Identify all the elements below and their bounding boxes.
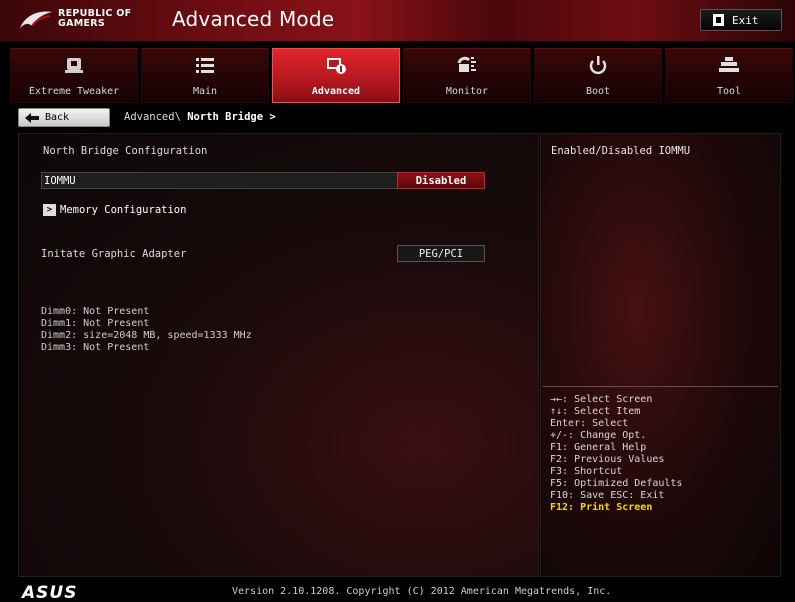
key-hint: F3: Shortcut: [550, 466, 623, 477]
iommu-value-button[interactable]: Disabled: [397, 172, 485, 189]
memory-configuration-link[interactable]: > Memory Configuration: [43, 204, 186, 216]
submenu-arrow-icon: >: [43, 204, 56, 216]
dimm-line: Dimm1: Not Present: [41, 318, 150, 329]
version-text: Version 2.10.1208. Copyright (C) 2012 Am…: [232, 586, 612, 597]
tab-tool[interactable]: Tool: [665, 48, 793, 103]
memory-configuration-label: Memory Configuration: [60, 204, 187, 216]
iommu-setting-row[interactable]: IOMMU: [41, 172, 403, 189]
dimm-line: Dimm2: size=2048 MB, speed=1333 MHz: [41, 330, 252, 341]
back-label: Back: [45, 112, 70, 123]
breadcrumb-bar: Back Advanced\ North Bridge >: [0, 108, 795, 130]
iommu-label: IOMMU: [44, 174, 76, 187]
tab-extreme-tweaker[interactable]: Extreme Tweaker: [10, 48, 138, 103]
key-legend: →←: Select Screen ↑↓: Select Item Enter:…: [550, 394, 682, 514]
graphic-adapter-value-button[interactable]: PEG/PCI: [397, 245, 485, 262]
breadcrumb-current: North Bridge >: [187, 111, 276, 123]
section-title: North Bridge Configuration: [43, 145, 208, 157]
advanced-settings-icon: [273, 55, 399, 75]
exit-icon: [713, 14, 724, 26]
key-hint: F1: General Help: [550, 442, 647, 453]
key-hint: →←: Select Screen: [550, 394, 653, 405]
key-hint: +/-: Change Opt.: [550, 430, 647, 441]
exit-button[interactable]: Exit: [700, 9, 782, 31]
tab-label: Advanced: [311, 86, 361, 97]
footer: ASUS Version 2.10.1208. Copyright (C) 20…: [0, 580, 795, 602]
tab-boot[interactable]: Boot: [534, 48, 662, 103]
tab-label: Extreme Tweaker: [28, 86, 120, 97]
exit-label: Exit: [732, 13, 759, 27]
main-tabs: Extreme Tweaker Main Advanced Monitor Bo…: [10, 48, 793, 103]
list-icon: [142, 55, 268, 75]
asus-logo: ASUS: [22, 583, 78, 602]
help-panel: Enabled/Disabled IOMMU →←: Select Screen…: [540, 133, 781, 577]
dimm-line: Dimm3: Not Present: [41, 342, 150, 353]
key-hint: F10: Save ESC: Exit: [550, 490, 665, 501]
chip-icon: [11, 55, 137, 75]
rog-logo: REPUBLIC OF GAMERS: [18, 6, 148, 36]
tab-label: Monitor: [445, 86, 489, 97]
tab-monitor[interactable]: Monitor: [403, 48, 531, 103]
tab-label: Boot: [585, 86, 611, 97]
back-button[interactable]: Back: [18, 108, 110, 127]
back-arrow-icon: [25, 112, 39, 123]
dimm-info: Dimm0: Not Present Dimm1: Not Present Di…: [41, 306, 252, 354]
breadcrumb-path[interactable]: Advanced\: [124, 111, 187, 123]
tab-advanced[interactable]: Advanced: [272, 48, 400, 103]
key-hint: F5: Optimized Defaults: [550, 478, 683, 489]
breadcrumb: Advanced\ North Bridge >: [124, 111, 276, 123]
top-bar: REPUBLIC OF GAMERS Advanced Mode Exit: [0, 0, 795, 42]
key-hint: ↑↓: Select Item: [550, 406, 641, 417]
graphic-adapter-label: Initate Graphic Adapter: [41, 248, 187, 260]
dimm-line: Dimm0: Not Present: [41, 306, 150, 317]
print-screen-hint[interactable]: F12: Print Screen: [550, 502, 682, 514]
tab-main[interactable]: Main: [141, 48, 269, 103]
key-hint: F2: Previous Values: [550, 454, 665, 465]
tool-icon: [666, 55, 792, 75]
mode-title: Advanced Mode: [172, 7, 335, 31]
logo-text: REPUBLIC OF GAMERS: [58, 8, 132, 29]
tab-label: Tool: [716, 86, 742, 97]
key-hint: Enter: Select: [550, 418, 629, 429]
monitor-icon: [404, 55, 530, 75]
rog-eye-icon: [20, 11, 52, 28]
power-icon: [535, 55, 661, 75]
help-description: Enabled/Disabled IOMMU: [551, 145, 691, 157]
help-divider: [543, 386, 778, 387]
settings-panel: North Bridge Configuration IOMMU Disable…: [18, 133, 539, 577]
tab-label: Main: [192, 86, 218, 97]
